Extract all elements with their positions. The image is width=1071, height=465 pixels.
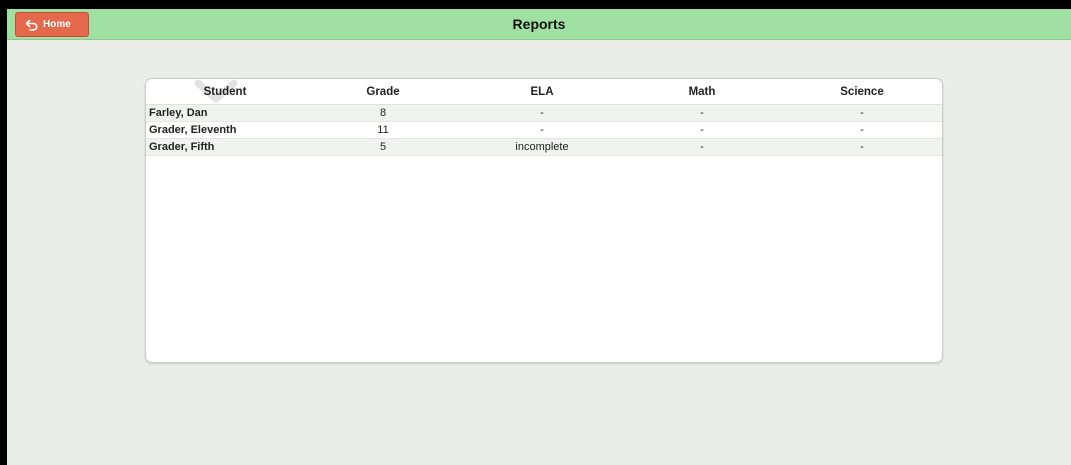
student-name: Farley, Dan — [146, 104, 304, 122]
science-cell: - — [782, 104, 942, 122]
top-bar: Home Reports — [7, 9, 1071, 40]
column-header-grade[interactable]: Grade — [304, 79, 462, 105]
window-edge-left — [0, 0, 7, 465]
grade-cell: 8 — [304, 104, 462, 122]
app-window: Home Reports Student Grade ELA Math Scie… — [7, 9, 1071, 465]
column-header-ela[interactable]: ELA — [462, 79, 622, 105]
table-row[interactable]: Farley, Dan 8 - - - — [146, 104, 942, 122]
math-cell: - — [622, 104, 782, 122]
ela-cell: - — [462, 121, 622, 139]
ela-cell: - — [462, 104, 622, 122]
table-row[interactable]: Grader, Fifth 5 incomplete - - — [146, 138, 942, 156]
math-cell: - — [622, 138, 782, 156]
page-title: Reports — [512, 16, 566, 32]
undo-arrow-icon — [25, 19, 39, 31]
science-cell: - — [782, 121, 942, 139]
column-header-science[interactable]: Science — [782, 79, 942, 105]
grade-cell: 5 — [304, 138, 462, 156]
student-name: Grader, Eleventh — [146, 121, 304, 139]
reports-panel: Student Grade ELA Math Science Farley, D… — [145, 78, 943, 363]
ela-cell: incomplete — [462, 138, 622, 156]
window-edge-top — [0, 0, 1071, 9]
table-header-row: Student Grade ELA Math Science — [146, 79, 942, 105]
home-button[interactable]: Home — [15, 12, 89, 37]
science-cell: - — [782, 138, 942, 156]
reports-table: Student Grade ELA Math Science Farley, D… — [146, 79, 942, 156]
table-row[interactable]: Grader, Eleventh 11 - - - — [146, 121, 942, 139]
grade-cell: 11 — [304, 121, 462, 139]
column-header-student[interactable]: Student — [146, 79, 304, 105]
screen: Home Reports Student Grade ELA Math Scie… — [0, 0, 1071, 465]
math-cell: - — [622, 121, 782, 139]
column-header-math[interactable]: Math — [622, 79, 782, 105]
student-name: Grader, Fifth — [146, 138, 304, 156]
home-button-label: Home — [43, 19, 71, 30]
